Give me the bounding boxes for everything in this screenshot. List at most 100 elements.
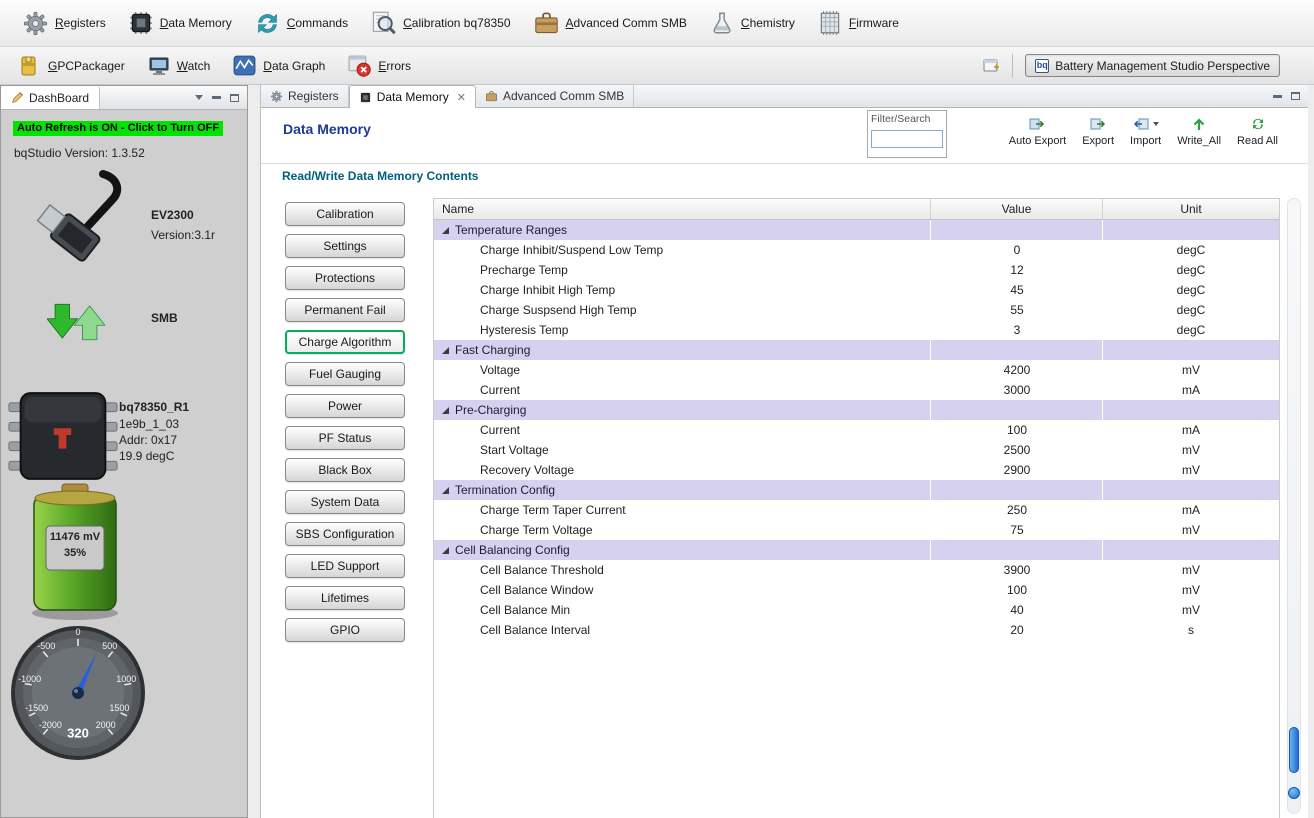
minimize-icon[interactable] [1273,94,1282,98]
row-value[interactable]: 2500 [931,440,1103,460]
row-value[interactable]: 75 [931,520,1103,540]
row-value[interactable]: 55 [931,300,1103,320]
row-value[interactable]: 2900 [931,460,1103,480]
tab-dashboard[interactable]: DashBoard [1,86,101,109]
table-row[interactable]: Cell Balance Threshold 3900 mV [434,560,1279,580]
gauge-tick-label: -500 [37,641,56,652]
maximize-icon[interactable] [1291,92,1300,100]
row-value[interactable]: 0 [931,240,1103,260]
open-perspective-icon[interactable] [982,57,1000,75]
view-menu-icon[interactable] [195,95,203,100]
group-row[interactable]: Pre-Charging [434,400,1279,420]
category-protections[interactable]: Protections [285,266,405,290]
category-power[interactable]: Power [285,394,405,418]
read-all-button[interactable]: Read All [1237,115,1278,147]
row-value[interactable]: 100 [931,420,1103,440]
toolbar-advanced-comm[interactable]: Advanced Comm SMB [525,7,695,40]
toolbar-data-graph[interactable]: Data Graph [224,50,333,81]
category-permanent-fail[interactable]: Permanent Fail [285,298,405,322]
table-row[interactable]: Precharge Temp 12 degC [434,260,1279,280]
toolbar-commands[interactable]: Commands [246,7,356,40]
table-row[interactable]: Voltage 4200 mV [434,360,1279,380]
row-value[interactable]: 250 [931,500,1103,520]
toolbar-watch[interactable]: Watch [139,51,219,81]
export-button[interactable]: Export [1082,115,1114,147]
import-button[interactable]: Import [1130,115,1161,147]
table-row[interactable]: Charge Inhibit High Temp 45 degC [434,280,1279,300]
category-system-data[interactable]: System Data [285,490,405,514]
row-value[interactable]: 3 [931,320,1103,340]
write-all-label: Write_All [1177,135,1222,147]
table-row[interactable]: Current 3000 mA [434,380,1279,400]
table-row[interactable]: Hysteresis Temp 3 degC [434,320,1279,340]
toolbar-errors[interactable]: Errors [339,50,419,81]
memory-table: Name Value Unit Temperature Ranges Charge… [433,198,1280,818]
tab-advanced-comm-smb[interactable]: Advanced Comm SMB [475,85,635,107]
table-row[interactable]: Charge Inhibit/Suspend Low Temp 0 degC [434,240,1279,260]
row-value[interactable]: 12 [931,260,1103,280]
editor-panel-buttons [1273,85,1308,107]
category-sbs-configuration[interactable]: SBS Configuration [285,522,405,546]
minimize-icon[interactable] [212,96,221,99]
row-value[interactable]: 20 [931,620,1103,640]
row-value[interactable]: 3000 [931,380,1103,400]
group-row[interactable]: Fast Charging [434,340,1279,360]
table-row[interactable]: Charge Term Voltage 75 mV [434,520,1279,540]
category-pf-status[interactable]: PF Status [285,426,405,450]
category-black-box[interactable]: Black Box [285,458,405,482]
category-settings[interactable]: Settings [285,234,405,258]
perspective-button[interactable]: bq Battery Management Studio Perspective [1025,54,1280,77]
auto-refresh-banner[interactable]: Auto Refresh is ON - Click to Turn OFF [13,121,224,136]
tree-expanded-icon[interactable] [442,406,449,414]
row-value[interactable]: 3900 [931,560,1103,580]
tree-expanded-icon[interactable] [442,546,449,554]
category-fuel-gauging[interactable]: Fuel Gauging [285,362,405,386]
toolbar-errors-label: Errors [378,58,412,73]
group-row[interactable]: Temperature Ranges [434,220,1279,240]
column-header-unit[interactable]: Unit [1103,199,1279,219]
filter-search-input[interactable] [871,130,943,148]
category-led-support[interactable]: LED Support [285,554,405,578]
auto-export-button[interactable]: Auto Export [1009,115,1066,147]
tree-expanded-icon[interactable] [442,486,449,494]
row-value[interactable]: 100 [931,580,1103,600]
editor-tabbar: Registers Data Memory ✕ Advanced Comm SM… [261,85,1308,108]
scrollbar-handle[interactable] [1288,787,1300,799]
vertical-scrollbar[interactable] [1287,198,1301,814]
column-header-value[interactable]: Value [931,199,1103,219]
scrollbar-thumb[interactable] [1289,727,1299,773]
table-row[interactable]: Cell Balance Min 40 mV [434,600,1279,620]
table-row[interactable]: Cell Balance Interval 20 s [434,620,1279,640]
toolbar-registers[interactable]: Registers [14,7,114,40]
category-calibration[interactable]: Calibration [285,202,405,226]
write-all-button[interactable]: Write_All [1177,115,1221,147]
tab-registers[interactable]: Registers [261,85,349,107]
group-row[interactable]: Termination Config [434,480,1279,500]
toolbar-chemistry[interactable]: Chemistry [701,7,803,39]
close-tab-icon[interactable]: ✕ [457,91,466,104]
category-lifetimes[interactable]: Lifetimes [285,586,405,610]
panel-sash[interactable] [248,85,260,818]
category-charge-algorithm[interactable]: Charge Algorithm [285,330,405,354]
row-value[interactable]: 4200 [931,360,1103,380]
category-gpio[interactable]: GPIO [285,618,405,642]
table-row[interactable]: Charge Term Taper Current 250 mA [434,500,1279,520]
toolbar-firmware[interactable]: Firmware [809,7,907,39]
maximize-icon[interactable] [230,93,239,102]
row-value[interactable]: 40 [931,600,1103,620]
table-row[interactable]: Charge Suspsend High Temp 55 degC [434,300,1279,320]
chevron-down-icon[interactable] [1152,121,1159,126]
table-row[interactable]: Current 100 mA [434,420,1279,440]
toolbar-data-memory[interactable]: Data Memory [120,7,240,39]
table-row[interactable]: Cell Balance Window 100 mV [434,580,1279,600]
tab-data-memory[interactable]: Data Memory ✕ [348,85,476,108]
table-row[interactable]: Start Voltage 2500 mV [434,440,1279,460]
table-row[interactable]: Recovery Voltage 2900 mV [434,460,1279,480]
tree-expanded-icon[interactable] [442,226,449,234]
row-value[interactable]: 45 [931,280,1103,300]
toolbar-calibration[interactable]: Calibration bq78350 [362,7,518,40]
column-header-name[interactable]: Name [434,199,931,219]
group-row[interactable]: Cell Balancing Config [434,540,1279,560]
toolbar-gpcpackager[interactable]: GPCPackager [10,51,133,81]
tree-expanded-icon[interactable] [442,346,449,354]
